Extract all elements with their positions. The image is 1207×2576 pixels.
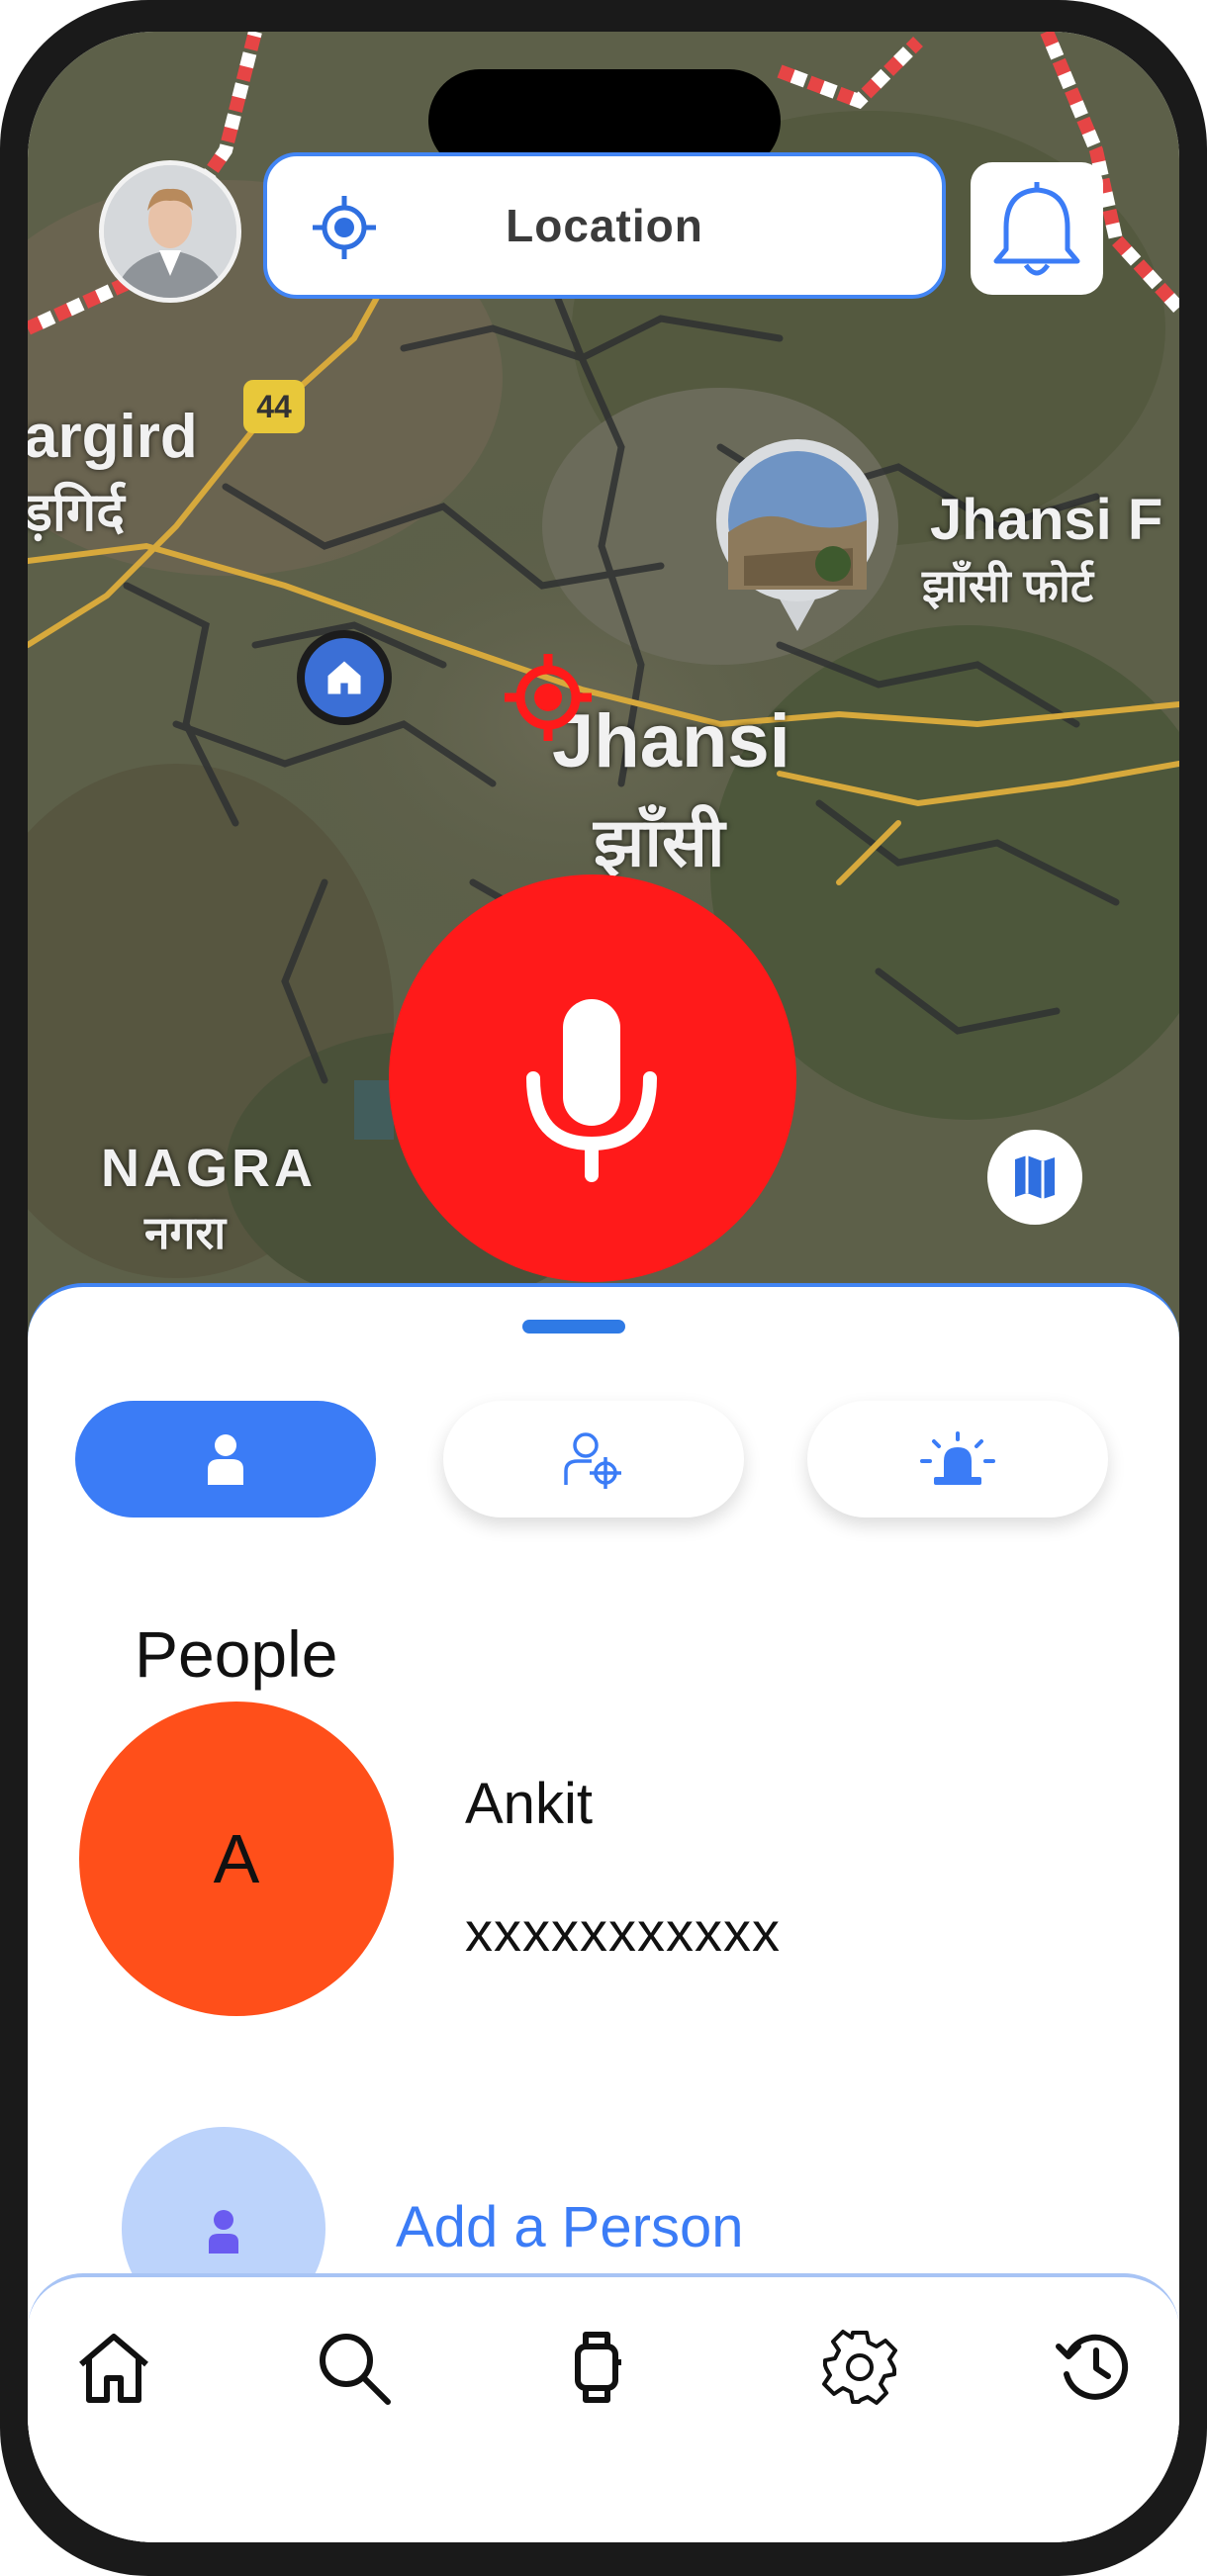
notification-button[interactable]: [971, 162, 1103, 295]
tab-emergency[interactable]: [807, 1401, 1108, 1518]
fort-label: Jhansi F: [930, 488, 1163, 552]
target-location-marker: [501, 650, 596, 745]
sheet-drag-handle[interactable]: [522, 1320, 625, 1334]
highway-badge-text: 44: [256, 388, 292, 424]
search-icon: [320, 2334, 391, 2405]
nav-search[interactable]: [311, 2325, 396, 2410]
location-label: Location: [506, 200, 703, 251]
area-label-left-hindi: ड़गिर्द: [28, 483, 125, 542]
nav-history[interactable]: [1053, 2325, 1138, 2410]
profile-photo: [104, 165, 236, 298]
area-label-bottom: NAGRA: [101, 1139, 317, 1198]
watch-icon: [575, 2332, 621, 2403]
person-search-icon: [564, 1432, 621, 1489]
contact-phone: xxxxxxxxxxx: [465, 1900, 781, 1963]
profile-avatar[interactable]: [99, 160, 241, 303]
city-label-hindi: झाँसी: [594, 805, 725, 880]
microphone-icon: [526, 999, 657, 1182]
house-icon: [327, 661, 361, 694]
contact-avatar[interactable]: A: [79, 1702, 394, 2016]
home-icon: [79, 2334, 148, 2403]
bell-icon: [993, 182, 1080, 276]
sos-mic-button[interactable]: [389, 874, 796, 1282]
crosshair-icon: [505, 654, 592, 741]
location-search-bar[interactable]: Location: [263, 152, 946, 299]
area-label-left: argird: [28, 403, 198, 471]
people-heading: People: [135, 1617, 338, 1691]
highway-badge: 44: [243, 380, 305, 433]
person-icon: [208, 1434, 243, 1485]
settings-icon: [822, 2330, 897, 2405]
contact-initial: A: [213, 1820, 260, 1897]
tab-people[interactable]: [75, 1401, 376, 1518]
map-layers-button[interactable]: [987, 1130, 1082, 1225]
fort-photo-pin[interactable]: [714, 437, 881, 635]
fort-label-hindi: झाँसी फोर्ट: [922, 560, 1094, 611]
siren-icon: [920, 1431, 995, 1485]
nav-home[interactable]: [71, 2325, 156, 2410]
contact-name[interactable]: Ankit: [465, 1771, 593, 1837]
area-label-bottom-hindi: नगरा: [144, 1207, 227, 1258]
home-marker-inner: [305, 638, 384, 717]
add-person-link[interactable]: Add a Person: [396, 2194, 743, 2260]
map-icon: [1015, 1155, 1055, 1199]
nav-watch[interactable]: [554, 2325, 639, 2410]
photo-pin-icon: [716, 439, 879, 631]
tab-find-person[interactable]: [443, 1401, 744, 1518]
phone-screen: 44 argird ड़गिर्द Jhansi F झाँसी फोर्ट J…: [28, 32, 1179, 2542]
nav-settings[interactable]: [817, 2325, 902, 2410]
history-icon: [1056, 2334, 1129, 2400]
home-marker[interactable]: [297, 630, 392, 725]
